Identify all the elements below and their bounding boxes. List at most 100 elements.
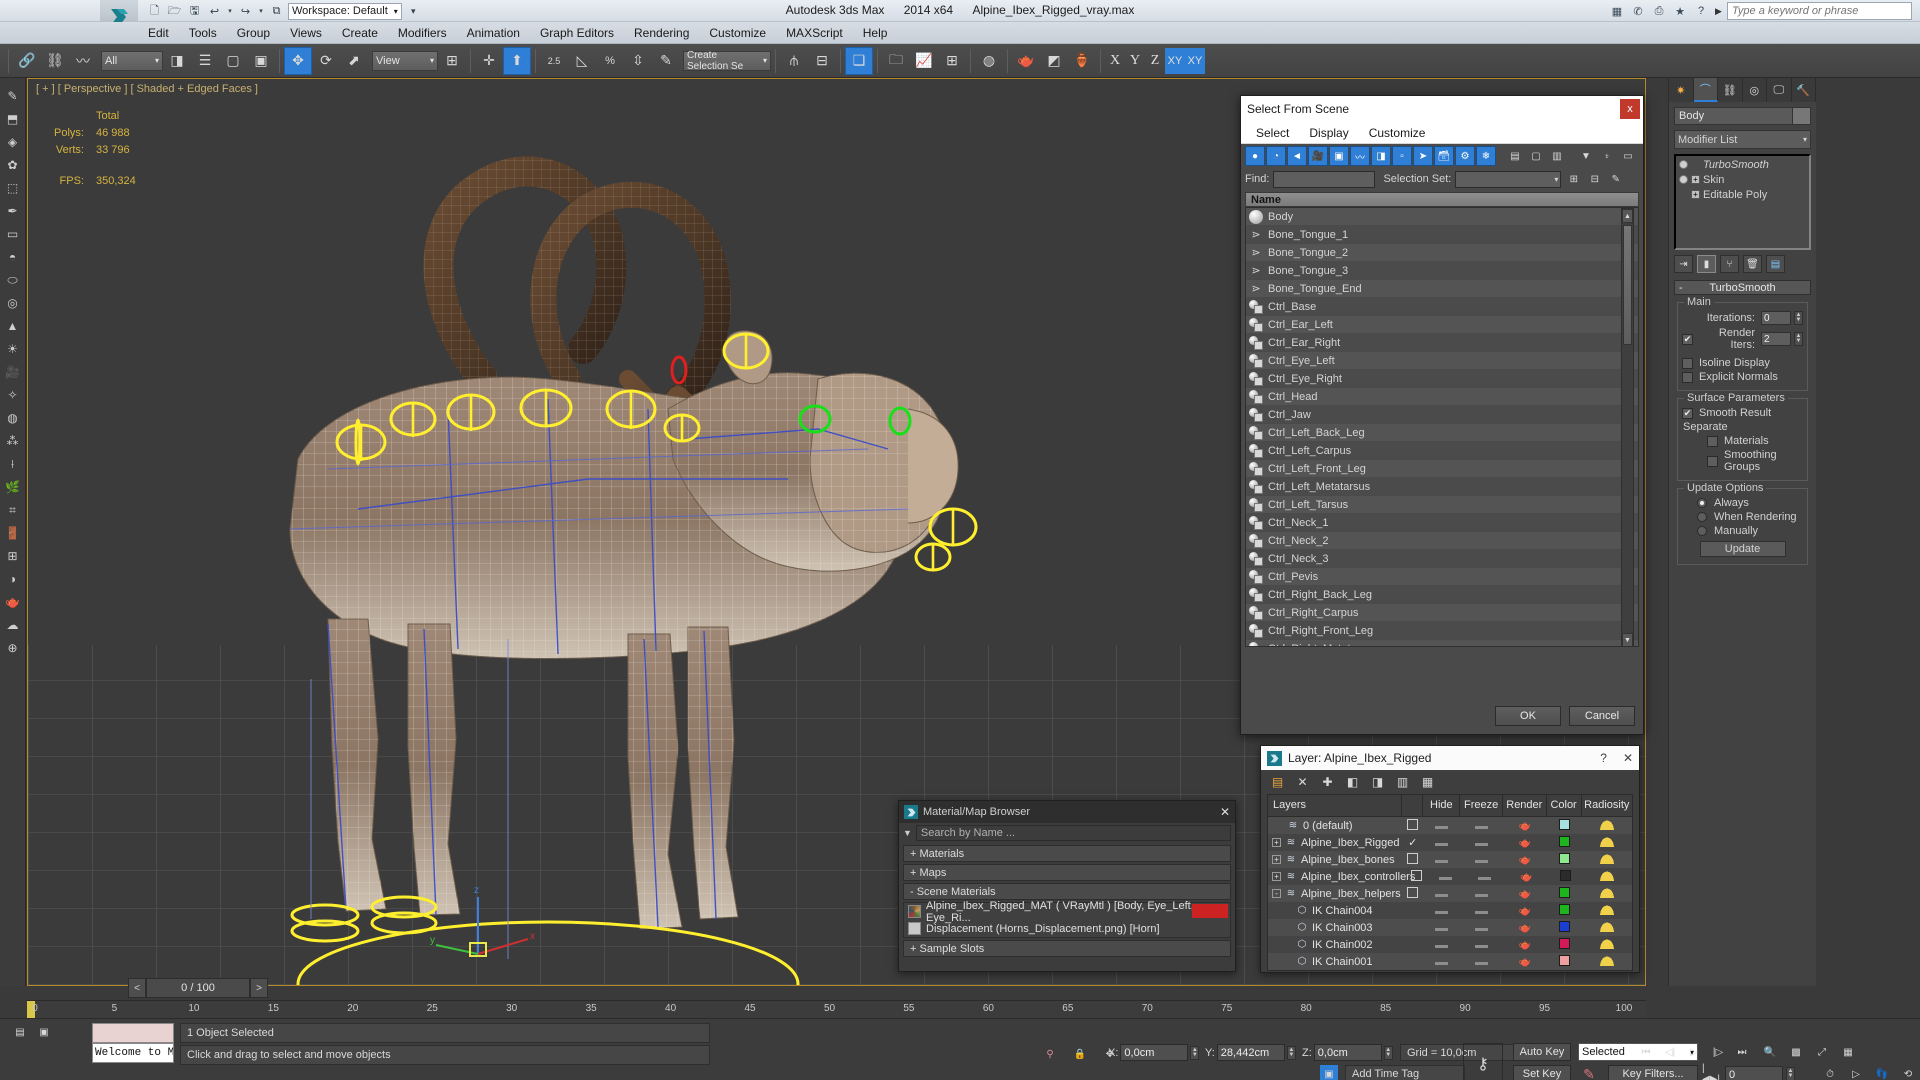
camera-icon[interactable]: 🎥 xyxy=(1,361,25,383)
layer-render-cell[interactable]: 🫖 xyxy=(1503,837,1547,849)
select-set-add-icon[interactable]: ⊞ xyxy=(1565,171,1582,188)
collapse-icon[interactable]: - xyxy=(1679,282,1683,294)
menu-tools[interactable]: Tools xyxy=(179,24,227,42)
create-tab-icon[interactable]: ✷ xyxy=(1669,78,1694,102)
layer-row[interactable]: ⬡IK Chain004🫖 xyxy=(1268,902,1632,919)
layer-hide-cell[interactable] xyxy=(1423,956,1460,968)
axis-constraint-y[interactable]: Y xyxy=(1125,48,1145,74)
highlight-selected-icon[interactable]: ▥ xyxy=(1394,774,1411,791)
layer-render-cell[interactable]: 🫖 xyxy=(1503,854,1547,866)
layer-radiosity-cell[interactable] xyxy=(1582,853,1632,867)
window-icon[interactable]: ⊞ xyxy=(1,545,25,567)
light-bulb-icon[interactable] xyxy=(1679,160,1688,169)
layer-hide-cell[interactable] xyxy=(1423,854,1460,866)
expand-icon[interactable]: + xyxy=(1691,190,1700,199)
key-filters-pencil-icon[interactable]: ✎ xyxy=(1578,1065,1600,1080)
axis-constraint-xy-snap[interactable]: XY xyxy=(1185,48,1205,74)
display-bones-icon[interactable]: ➤ xyxy=(1413,146,1433,166)
update-when-rendering-row[interactable]: When Rendering xyxy=(1682,511,1803,523)
layer-active-checkbox[interactable] xyxy=(1402,887,1423,901)
maxscript-listener-pink[interactable] xyxy=(92,1023,174,1043)
when-rendering-radio[interactable] xyxy=(1697,512,1707,522)
display-tab-icon[interactable]: 🖵 xyxy=(1767,78,1792,102)
layer-active-checkbox[interactable] xyxy=(1402,819,1423,833)
scene-list-item[interactable]: Ctrl_Right_Back_Leg xyxy=(1246,586,1638,604)
field-of-view-icon[interactable]: ▷ xyxy=(1846,1065,1866,1080)
select-and-rotate-icon[interactable]: ⟳ xyxy=(312,47,340,75)
explicit-normals-checkbox[interactable] xyxy=(1682,372,1693,383)
bones-icon[interactable]: ⟊ xyxy=(1,453,25,475)
scene-list-item[interactable]: Ctrl_Ear_Left xyxy=(1246,316,1638,334)
move-gizmo[interactable]: x y z xyxy=(428,859,538,969)
list-types-icon[interactable]: ▥ xyxy=(1547,146,1567,166)
spinner-snap-toggle-icon[interactable]: ⇳ xyxy=(624,47,652,75)
scene-object-list[interactable]: Body⋗Bone_Tongue_1⋗Bone_Tongue_2⋗Bone_To… xyxy=(1245,207,1639,647)
layer-radiosity-cell[interactable] xyxy=(1582,938,1632,952)
menu-modifiers[interactable]: Modifiers xyxy=(388,24,457,42)
material-map-browser[interactable]: Material/Map Browser ✕ ▼ Search by Name … xyxy=(898,800,1236,972)
stack-item-skin[interactable]: + Skin xyxy=(1677,172,1808,187)
expand-icon[interactable]: + xyxy=(1272,855,1281,864)
material-icon[interactable]: ◍ xyxy=(1,407,25,429)
layer-manager-dialog[interactable]: Layer: Alpine_Ibex_Rigged ? ✕ ▤ ✕ ✚ ◧ ◨ … xyxy=(1260,745,1640,973)
show-end-result-icon[interactable]: ▮ xyxy=(1697,255,1716,273)
layer-name-cell[interactable]: +≋Alpine_Ibex_Rigged xyxy=(1268,837,1402,849)
layer-radiosity-cell[interactable] xyxy=(1582,870,1632,884)
menu-group[interactable]: Group xyxy=(227,24,280,42)
toggle-scene-explorer-icon[interactable]: 🗀 xyxy=(882,47,910,75)
layer-freeze-cell[interactable] xyxy=(1460,956,1503,968)
save-icon[interactable]: 🖫 xyxy=(186,3,203,20)
scene-list-item[interactable]: Ctrl_Base xyxy=(1246,298,1638,316)
smoothing-groups-checkbox[interactable] xyxy=(1707,456,1718,467)
polygon-modeling-icon[interactable]: ◈ xyxy=(1,131,25,153)
layer-name-cell[interactable]: +≋Alpine_Ibex_bones xyxy=(1268,854,1402,866)
layer-row[interactable]: +≋Alpine_Ibex_bones 🫖 xyxy=(1268,851,1632,868)
menu-edit[interactable]: Edit xyxy=(138,24,179,42)
menu-views[interactable]: Views xyxy=(280,24,332,42)
angle-snap-toggle-icon[interactable]: 2.5 xyxy=(540,47,568,75)
script-listener-icon[interactable]: ▤ xyxy=(10,1023,30,1041)
zoom-extents-icon[interactable]: ⤢ xyxy=(1812,1043,1832,1061)
layer-color-cell[interactable] xyxy=(1547,819,1582,833)
timeline-ruler[interactable]: 0510152025303540455055606570758085909510… xyxy=(27,1000,1646,1018)
vray-icon[interactable]: ◑ xyxy=(1,568,25,590)
add-time-tag-toggle-icon[interactable]: ▣ xyxy=(1320,1065,1338,1080)
add-selection-icon[interactable]: ✚ xyxy=(1319,774,1336,791)
scroll-up-icon[interactable]: ▲ xyxy=(1622,209,1633,223)
layer-row[interactable]: ⬡IK Chain002🫖 xyxy=(1268,936,1632,953)
scene-list-item[interactable]: Ctrl_Left_Tarsus xyxy=(1246,496,1638,514)
display-helpers-icon[interactable]: ▣ xyxy=(1329,146,1349,166)
render-iters-checkbox[interactable]: ✔ xyxy=(1682,334,1693,345)
unlink-selection-icon[interactable]: ⛓ xyxy=(41,47,69,75)
scene-list-item[interactable]: Ctrl_Neck_1 xyxy=(1246,514,1638,532)
cancel-button[interactable]: Cancel xyxy=(1569,706,1635,726)
previous-frame-icon[interactable]: ◁| xyxy=(1660,1043,1680,1061)
layer-name-cell[interactable]: ≋0 (default) xyxy=(1268,820,1402,832)
layer-freeze-cell[interactable] xyxy=(1460,820,1503,832)
always-radio[interactable] xyxy=(1697,498,1707,508)
menu-customize[interactable]: Customize xyxy=(1360,124,1435,142)
scene-list-item[interactable]: Ctrl_Right_Front_Leg xyxy=(1246,622,1638,640)
go-to-end-icon[interactable]: ⏭ xyxy=(1732,1043,1752,1061)
close-icon[interactable]: x xyxy=(1620,99,1640,119)
mmb-search-input[interactable]: Search by Name ... xyxy=(916,825,1231,841)
rectangular-selection-region-icon[interactable]: ▢ xyxy=(219,47,247,75)
layer-render-cell[interactable]: 🫖 xyxy=(1505,871,1548,883)
named-selection-set-combo[interactable]: Create Selection Se ▾ xyxy=(683,51,771,71)
scene-list-item[interactable]: Ctrl_Jaw xyxy=(1246,406,1638,424)
layer-name-cell[interactable]: ⬡IK Chain002 xyxy=(1268,939,1402,951)
door-icon[interactable]: 🚪 xyxy=(1,522,25,544)
zoom-extents-all-icon[interactable]: ▦ xyxy=(1838,1043,1858,1061)
display-shapes-icon[interactable]: ◔ xyxy=(1266,146,1286,166)
help-circle-icon[interactable]: ? xyxy=(1692,2,1710,20)
layer-row[interactable]: ⬡IK Chain001🫖 xyxy=(1268,953,1632,970)
list-scrollbar[interactable]: ▲ ▼ xyxy=(1621,208,1634,647)
graphite-tools-icon[interactable]: ⬒ xyxy=(1,108,25,130)
layer-name-cell[interactable]: +≋Alpine_Ibex_controllers xyxy=(1268,871,1406,883)
menu-rendering[interactable]: Rendering xyxy=(624,24,699,42)
layer-color-cell[interactable] xyxy=(1547,955,1582,969)
select-object-icon[interactable]: ◨ xyxy=(163,47,191,75)
zoom-icon[interactable]: 🔍 xyxy=(1760,1043,1780,1061)
layer-freeze-cell[interactable] xyxy=(1460,922,1503,934)
workspace-combo[interactable]: Workspace: Default ▾ xyxy=(288,3,402,20)
